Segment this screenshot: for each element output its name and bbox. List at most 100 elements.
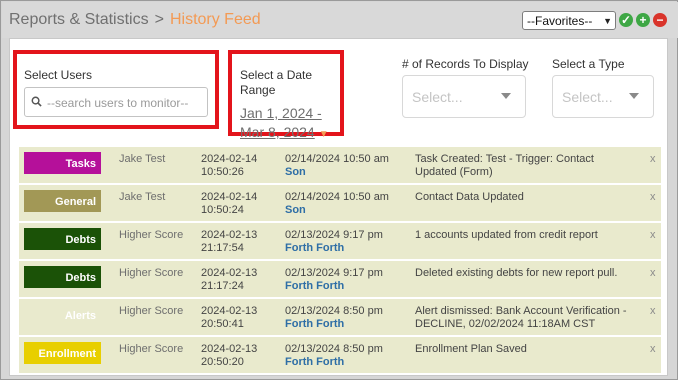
feed-datetime: 02/13/2024 8:50 pm Forth Forth xyxy=(285,305,383,331)
feed-timestamp-time: 20:50:20 xyxy=(201,356,244,368)
date-label-line2: Range xyxy=(240,83,276,97)
feed-timestamp: 2024-02-13 20:50:41 xyxy=(201,305,257,331)
feed-datetime: 02/13/2024 8:50 pm Forth Forth xyxy=(285,343,383,369)
select-type-label: Select a Type xyxy=(552,57,625,71)
select-users-highlight: Select Users --search users to monitor-- xyxy=(13,50,219,129)
favorites-select[interactable]: --Favorites-- ▼ xyxy=(522,11,616,30)
user-search-input[interactable]: --search users to monitor-- xyxy=(24,87,208,117)
user-search-placeholder: --search users to monitor-- xyxy=(47,96,189,110)
feed-timestamp-date: 2024-02-13 xyxy=(201,343,258,355)
favorites-value: --Favorites-- xyxy=(527,14,593,28)
records-to-display-label: # of Records To Display xyxy=(402,57,529,71)
feed-timestamp-time: 21:17:54 xyxy=(201,242,244,254)
feed-contact-link[interactable]: Son xyxy=(285,166,389,179)
feed-timestamp-time: 20:50:41 xyxy=(201,318,244,330)
add-circle-icon[interactable]: + xyxy=(636,13,650,27)
top-bar: Reports & Statistics > History Feed --Favo… xyxy=(2,2,678,38)
breadcrumb-current: History Feed xyxy=(169,11,261,28)
feed-datetime: 02/14/2024 10:50 am Son xyxy=(285,191,389,217)
feed-timestamp-date: 2024-02-13 xyxy=(201,267,258,279)
feed-datetime-value: 02/13/2024 9:17 pm xyxy=(285,229,383,241)
feed-datetime: 02/13/2024 9:17 pm Forth Forth xyxy=(285,229,383,255)
records-select-value: Select... xyxy=(412,89,463,105)
feed-row: Tasks Jake Test 2024-02-14 10:50:26 02/14/20… xyxy=(19,147,661,183)
feed-description: Alert dismissed: Bank Account Verificati… xyxy=(415,305,627,331)
search-icon xyxy=(31,96,42,107)
feed-user: Higher Score xyxy=(119,305,184,317)
feed-description: Task Created: Test - Trigger: Contact Upd… xyxy=(415,153,594,179)
app-frame: Reports & Statistics > History Feed --Favo… xyxy=(0,0,678,380)
feed-row: Alerts Higher Score 2024-02-13 20:50:41 02/1… xyxy=(19,299,661,335)
dismiss-button[interactable]: x xyxy=(650,305,656,318)
feed-datetime-value: 02/13/2024 9:17 pm xyxy=(285,267,383,279)
feed-timestamp: 2024-02-14 10:50:24 xyxy=(201,191,257,217)
feed-description-line2: DECLINE, 02/02/2024 11:18AM CST xyxy=(415,318,596,330)
feed-timestamp-date: 2024-02-13 xyxy=(201,305,258,317)
feed-datetime-value: 02/14/2024 10:50 am xyxy=(285,153,389,165)
dismiss-button[interactable]: x xyxy=(650,343,656,356)
feed-datetime: 02/13/2024 9:17 pm Forth Forth xyxy=(285,267,383,293)
feed-row: General Jake Test 2024-02-14 10:50:24 02/14/… xyxy=(19,185,661,221)
feed-timestamp: 2024-02-13 21:17:54 xyxy=(201,229,257,255)
dropdown-arrow-icon xyxy=(501,93,511,99)
feed-contact-link[interactable]: Forth Forth xyxy=(285,356,383,369)
feed-timestamp-time: 10:50:26 xyxy=(201,166,244,178)
feed-timestamp-time: 21:17:24 xyxy=(201,280,244,292)
feed-contact-link[interactable]: Forth Forth xyxy=(285,318,383,331)
date-range-picker[interactable]: Jan 1, 2024 - Mar 8, 2024 ▼ xyxy=(240,104,329,144)
feed-timestamp-time: 10:50:24 xyxy=(201,204,244,216)
type-badge: Tasks xyxy=(24,152,101,174)
check-circle-icon[interactable]: ✓ xyxy=(619,13,633,27)
feed-user: Higher Score xyxy=(119,229,184,241)
feed-timestamp-date: 2024-02-14 xyxy=(201,153,258,165)
dropdown-arrow-icon xyxy=(629,93,639,99)
select-type-select[interactable]: Select... xyxy=(552,75,654,118)
type-select-value: Select... xyxy=(562,89,613,105)
feed-contact-link[interactable]: Son xyxy=(285,204,389,217)
history-feed-panel: Select Users --search users to monitor--… xyxy=(9,38,668,376)
feed-user: Jake Test xyxy=(119,191,166,203)
feed-description-line2: Updated (Form) xyxy=(415,166,493,178)
feed-description-line1: Alert dismissed: Bank Account Verificati… xyxy=(415,305,627,317)
dismiss-button[interactable]: x xyxy=(650,229,656,242)
feed-user: Jake Test xyxy=(119,153,166,165)
feed-description: Contact Data Updated xyxy=(415,191,524,204)
feed-timestamp: 2024-02-13 21:17:24 xyxy=(201,267,257,293)
feed-datetime-value: 02/13/2024 8:50 pm xyxy=(285,343,383,355)
caret-down-icon: ▼ xyxy=(318,129,329,140)
type-badge: Debts xyxy=(24,228,101,250)
date-label-line1: Select a Date xyxy=(240,68,313,82)
feed-contact-link[interactable]: Forth Forth xyxy=(285,242,383,255)
feed-description-line1: 1 accounts updated from credit report xyxy=(415,229,598,241)
feed-user: Higher Score xyxy=(119,267,184,279)
feed-description-line1: Enrollment Plan Saved xyxy=(415,343,527,355)
type-badge: Alerts xyxy=(24,304,101,326)
breadcrumb-separator: > xyxy=(154,11,164,28)
dismiss-button[interactable]: x xyxy=(650,191,656,204)
breadcrumb: Reports & Statistics > History Feed xyxy=(9,11,261,29)
date-range-start: Jan 1, 2024 - xyxy=(240,105,322,121)
feed-datetime-value: 02/13/2024 8:50 pm xyxy=(285,305,383,317)
feed-description: 1 accounts updated from credit report xyxy=(415,229,598,242)
select-users-label: Select Users xyxy=(24,68,93,82)
feed-timestamp: 2024-02-13 20:50:20 xyxy=(201,343,257,369)
feed-timestamp: 2024-02-14 10:50:26 xyxy=(201,153,257,179)
remove-circle-icon[interactable]: − xyxy=(653,13,667,27)
records-to-display-select[interactable]: Select... xyxy=(402,75,526,118)
feed-datetime-value: 02/14/2024 10:50 am xyxy=(285,191,389,203)
select-date-range-highlight: Select a Date Range Jan 1, 2024 - Mar 8,… xyxy=(228,50,344,140)
date-range-end: Mar 8, 2024 xyxy=(240,124,315,140)
feed-datetime: 02/14/2024 10:50 am Son xyxy=(285,153,389,179)
type-badge: Debts xyxy=(24,266,101,288)
dismiss-button[interactable]: x xyxy=(650,153,656,166)
feed-row: Debts Higher Score 2024-02-13 21:17:24 02/13… xyxy=(19,261,661,297)
feed-user: Higher Score xyxy=(119,343,184,355)
dismiss-button[interactable]: x xyxy=(650,267,656,280)
select-date-range-label: Select a Date Range xyxy=(240,68,312,98)
feed-timestamp-date: 2024-02-13 xyxy=(201,229,258,241)
breadcrumb-parent[interactable]: Reports & Statistics xyxy=(9,11,149,28)
feed-row: Enrollment Higher Score 2024-02-13 20:50:20… xyxy=(19,337,661,373)
feed-description-line1: Task Created: Test - Trigger: Contact xyxy=(415,153,594,165)
feed-contact-link[interactable]: Forth Forth xyxy=(285,280,383,293)
feed-description: Enrollment Plan Saved xyxy=(415,343,527,356)
